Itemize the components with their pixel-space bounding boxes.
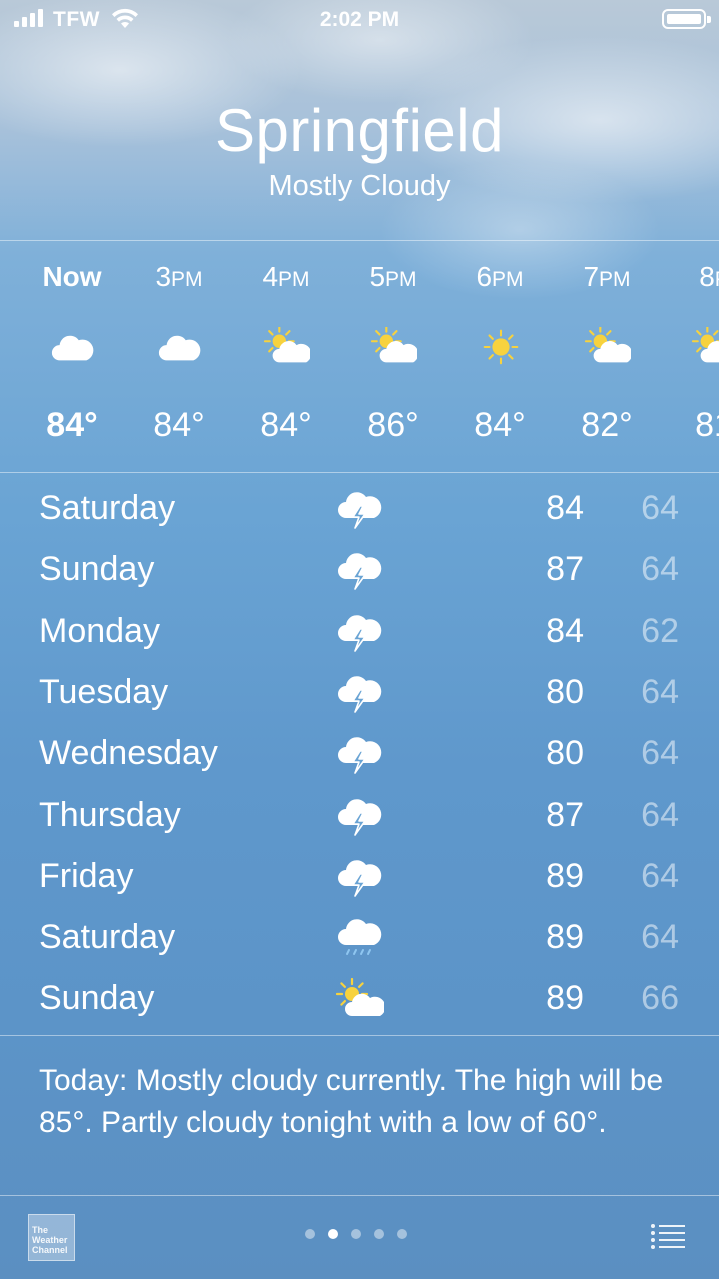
page-indicator[interactable] (305, 1229, 407, 1239)
cloud-icon (157, 327, 203, 367)
hourly-time: 8P (699, 261, 719, 292)
thunderstorm-icon (336, 549, 384, 593)
status-bar: TFW 2:02 PM (0, 0, 719, 40)
hourly-item: 4PM 84° (232, 241, 340, 471)
partly-sunny-icon (335, 978, 386, 1022)
day-name: Saturday (39, 489, 176, 527)
city-list-button[interactable] (650, 1223, 686, 1251)
hourly-temp: 82° (581, 406, 633, 444)
hourly-item: 3PM 84° (125, 241, 233, 471)
hourly-time: Now (42, 261, 102, 292)
thunderstorm-icon (336, 733, 384, 777)
weather-channel-logo[interactable]: The Weather Channel (28, 1214, 75, 1261)
low-temp: 64 (641, 550, 679, 589)
partly-sunny-icon (370, 325, 419, 367)
high-temp: 84 (546, 489, 584, 527)
partly-sunny-icon (691, 325, 719, 367)
bottom-bar: The Weather Channel (0, 1196, 719, 1279)
hourly-item: 7PM 82° (553, 241, 661, 471)
hourly-time: 6PM (476, 261, 524, 292)
day-name: Tuesday (39, 672, 169, 711)
daily-row: Sunday 89 66 (0, 970, 719, 1031)
low-temp: 64 (641, 672, 679, 711)
thunderstorm-icon (336, 672, 384, 716)
daily-row: Tuesday 80 64 (0, 664, 719, 725)
low-temp: 64 (641, 795, 679, 834)
daily-row: Saturday 89 64 (0, 909, 719, 970)
rain-icon (336, 917, 384, 961)
cloud-icon (50, 327, 96, 367)
page-dot[interactable] (305, 1229, 315, 1239)
high-temp: 80 (546, 672, 584, 711)
hourly-item: Now 84° (18, 241, 126, 471)
day-name: Sunday (39, 550, 155, 589)
hourly-item: 6PM 84° (446, 241, 554, 471)
divider (0, 1035, 719, 1036)
daily-row: Sunday 87 64 (0, 541, 719, 602)
hourly-temp: 84° (153, 406, 205, 444)
hourly-time: 5PM (369, 261, 417, 292)
daily-row: Wednesday 80 64 (0, 725, 719, 786)
hourly-forecast[interactable]: Now 84° 3PM 84° 4PM 84° 5PM 86° 6PM 84° 7PM 82° 8P 81 (0, 241, 719, 471)
day-name: Sunday (39, 979, 155, 1018)
daily-row: Friday 89 64 (0, 848, 719, 909)
thunderstorm-icon (336, 795, 384, 839)
low-temp: 64 (641, 856, 679, 895)
daily-row: Saturday 84 64 (0, 480, 719, 541)
day-name: Friday (39, 856, 134, 895)
high-temp: 87 (546, 795, 584, 834)
today-summary: Today: Mostly cloudy currently. The high… (39, 1064, 664, 1139)
low-temp: 64 (641, 489, 679, 527)
day-name: Wednesday (39, 734, 218, 773)
hourly-time: 7PM (583, 261, 631, 292)
day-name: Thursday (39, 795, 181, 834)
partly-sunny-icon (263, 325, 312, 367)
logo-label: The Weather Channel (32, 1225, 68, 1255)
hourly-time: 4PM (262, 261, 310, 292)
hourly-temp: 86° (367, 406, 419, 444)
city-name: Springfield (214, 97, 504, 164)
page-dot[interactable] (351, 1229, 361, 1239)
page-dot-active[interactable] (328, 1229, 338, 1239)
high-temp: 80 (546, 734, 584, 773)
thunderstorm-icon (336, 488, 384, 532)
hourly-time: 3PM (155, 261, 203, 292)
high-temp: 89 (546, 979, 584, 1018)
thunderstorm-icon (336, 611, 384, 655)
hourly-temp: 81 (695, 406, 719, 444)
low-temp: 66 (641, 979, 679, 1018)
current-condition: Mostly Cloudy (268, 170, 451, 202)
hourly-temp: 84° (260, 406, 312, 444)
thunderstorm-icon (336, 856, 384, 900)
page-dot[interactable] (397, 1229, 407, 1239)
hourly-item: 8P 81 (660, 241, 719, 471)
status-clock: 2:02 PM (319, 8, 400, 31)
high-temp: 89 (546, 856, 584, 895)
high-temp: 89 (546, 918, 584, 957)
hourly-temp: 84° (474, 406, 526, 444)
low-temp: 62 (641, 611, 679, 650)
battery-icon (662, 9, 711, 29)
daily-row: Monday 84 62 (0, 603, 719, 664)
partly-sunny-icon (584, 325, 633, 367)
hourly-item: 5PM 86° (339, 241, 447, 471)
high-temp: 87 (546, 550, 584, 589)
daily-row: Thursday 87 64 (0, 787, 719, 848)
day-name: Monday (39, 611, 160, 650)
low-temp: 64 (641, 918, 679, 957)
day-name: Saturday (39, 918, 176, 957)
high-temp: 84 (546, 611, 584, 650)
sun-icon (478, 327, 524, 367)
page-dot[interactable] (374, 1229, 384, 1239)
divider (0, 472, 719, 473)
hourly-temp: 84° (46, 406, 98, 444)
low-temp: 64 (641, 734, 679, 773)
